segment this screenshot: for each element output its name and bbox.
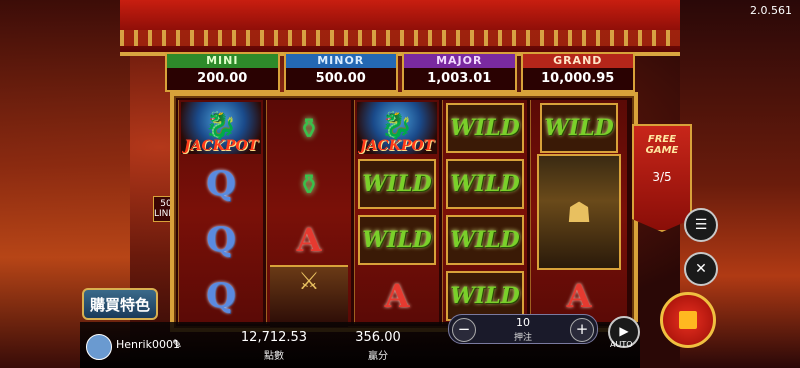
jackpot-grand-value: 10,000.95 — [522, 68, 633, 90]
jade-vessel-icon: ⚱ — [297, 167, 321, 201]
edit-icon[interactable]: ✎ — [172, 337, 182, 351]
win-label: 贏分 — [368, 351, 388, 362]
jackpot-minor-value: 500.00 — [285, 68, 396, 90]
game-stage: 2.0.561 MINI 200.00 MINOR 500.00 MAJOR 1… — [0, 0, 800, 368]
jackpot-minor-label: MINOR — [285, 54, 396, 68]
version-label: 2.0.561 — [750, 4, 792, 17]
symbol-wild: WILD — [443, 156, 527, 212]
symbol-general: ☗ — [531, 154, 627, 270]
bet-increase-button[interactable]: + — [570, 318, 594, 342]
stop-button[interactable] — [660, 292, 716, 348]
dragon-icon: 🐉 — [204, 111, 238, 141]
win-display: 356.00 贏分 — [328, 330, 428, 362]
jackpot-minor: MINOR 500.00 — [283, 52, 398, 92]
jackpot-grand-label: GRAND — [522, 54, 633, 68]
reel-2: ⚱ ⚱ A ⚔ — [266, 100, 351, 327]
symbol-q: Q — [179, 268, 263, 324]
jackpot-symbol-text: JACKPOT — [360, 138, 434, 154]
jackpot-major-label: MAJOR — [404, 54, 515, 68]
symbol-wild: WILD — [531, 100, 627, 156]
symbol-q-text: Q — [206, 220, 236, 260]
turbo-button[interactable]: ✕ — [684, 252, 718, 286]
reel-frame: 🐉 JACKPOT Q Q Q ⚱ ⚱ A ⚔ 🐉 JACKPOT WILD W… — [170, 92, 638, 332]
wild-symbol-text: WILD — [358, 215, 436, 265]
symbol-wild: WILD — [443, 212, 527, 268]
jade-vessel-icon: ⚱ — [297, 111, 321, 145]
wild-symbol-text: WILD — [446, 103, 524, 153]
jackpot-major: MAJOR 1,003.01 — [402, 52, 517, 92]
dragon-icon: 🐉 — [380, 111, 414, 141]
warrior-icon: ⚔ — [270, 265, 348, 327]
avatar[interactable] — [86, 334, 112, 360]
jackpot-symbol: 🐉 JACKPOT — [357, 102, 437, 154]
wild-symbol-text: WILD — [446, 215, 524, 265]
symbol-q-text: Q — [206, 276, 236, 316]
menu-button[interactable]: ☰ — [684, 208, 718, 242]
symbol-wild: WILD — [355, 212, 439, 268]
turbo-icon: ✕ — [695, 261, 707, 277]
jackpot-mini: MINI 200.00 — [165, 52, 280, 92]
symbol-wild: WILD — [355, 156, 439, 212]
balance-value: 12,712.53 — [240, 330, 308, 345]
balance-label: 點數 — [264, 351, 284, 362]
reel-3: 🐉 JACKPOT WILD WILD A — [354, 100, 439, 324]
free-game-count: 3/5 — [652, 170, 672, 184]
symbol-a-text: A — [566, 277, 592, 315]
wild-symbol-text: WILD — [446, 159, 524, 209]
symbol-a: A — [355, 268, 439, 324]
symbol-a-text: A — [296, 221, 322, 259]
symbol-jackpot: 🐉 JACKPOT — [355, 100, 439, 156]
bet-value: 10 — [516, 316, 530, 329]
jackpot-mini-label: MINI — [167, 54, 278, 68]
roof-tiles — [120, 30, 680, 46]
free-game-title: FREE GAME — [645, 134, 679, 156]
auto-label: AUTO — [610, 340, 633, 349]
symbol-warrior: ⚔ — [267, 265, 351, 327]
general-icon: ☗ — [537, 154, 621, 270]
menu-icon: ☰ — [694, 217, 708, 233]
bet-control: − 10 押注 + — [448, 314, 598, 344]
jackpot-mini-value: 200.00 — [167, 68, 278, 90]
username: Henrik0001 — [116, 338, 180, 351]
jackpot-bar: MINI 200.00 MINOR 500.00 MAJOR 1,003.01 … — [165, 52, 635, 92]
symbol-jackpot: 🐉 JACKPOT — [179, 100, 263, 156]
wild-symbol-text: WILD — [358, 159, 436, 209]
reel-1: 🐉 JACKPOT Q Q Q — [178, 100, 263, 324]
symbol-wild: WILD — [443, 100, 527, 156]
stop-icon — [679, 311, 697, 329]
bet-decrease-button[interactable]: − — [452, 318, 476, 342]
temple-roof — [120, 0, 680, 56]
symbol-jade-vessel: ⚱ — [267, 100, 351, 156]
jackpot-grand: GRAND 10,000.95 — [520, 52, 635, 92]
symbol-q: Q — [179, 156, 263, 212]
symbol-q: Q — [179, 212, 263, 268]
play-icon: ▶ — [619, 324, 629, 338]
symbol-a-text: A — [384, 277, 410, 315]
symbol-jade-vessel: ⚱ — [267, 156, 351, 212]
free-game-banner: FREE GAME 3/5 — [632, 124, 692, 232]
balance-display: 12,712.53 點數 — [224, 330, 324, 362]
wild-symbol-text: WILD — [540, 103, 618, 153]
buy-feature-button[interactable]: 購買特色 — [82, 288, 158, 320]
jackpot-major-value: 1,003.01 — [404, 68, 515, 90]
win-value: 356.00 — [355, 330, 401, 345]
jackpot-symbol: 🐉 JACKPOT — [181, 102, 261, 154]
symbol-a: A — [267, 212, 351, 268]
symbol-q-text: Q — [206, 164, 236, 204]
reel-4: WILD WILD WILD WILD — [442, 100, 527, 324]
reel-5: WILD ☗ A — [530, 100, 627, 324]
jackpot-symbol-text: JACKPOT — [184, 138, 258, 154]
bet-label: 押注 — [513, 333, 532, 343]
